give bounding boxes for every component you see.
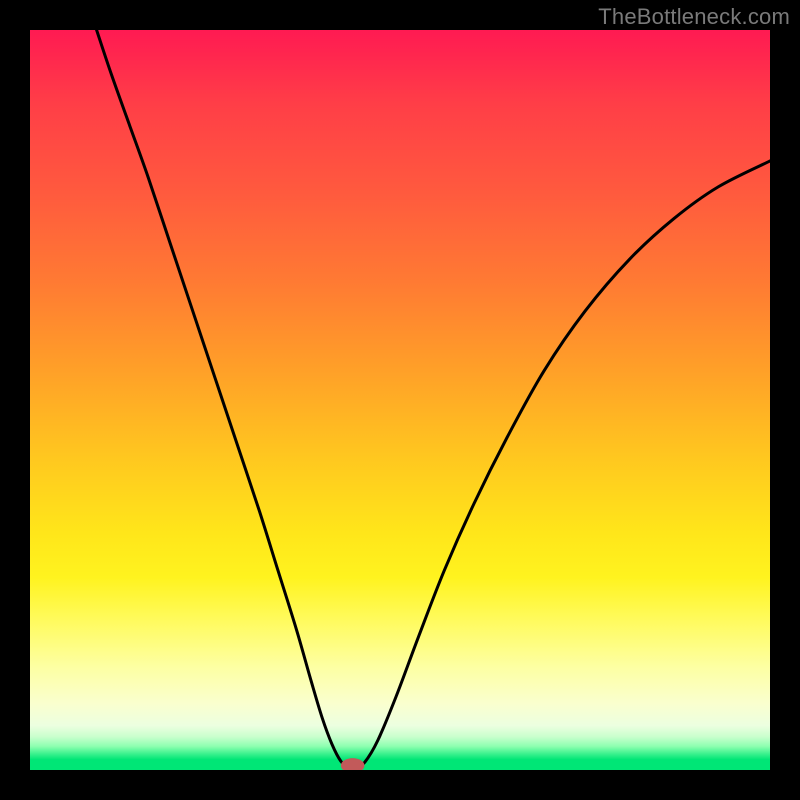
curve-layer bbox=[30, 30, 770, 770]
chart-frame: TheBottleneck.com bbox=[0, 0, 800, 800]
plot-area bbox=[30, 30, 770, 770]
watermark-text: TheBottleneck.com bbox=[598, 4, 790, 30]
bottleneck-curve bbox=[97, 30, 770, 768]
minimum-marker bbox=[341, 758, 365, 770]
